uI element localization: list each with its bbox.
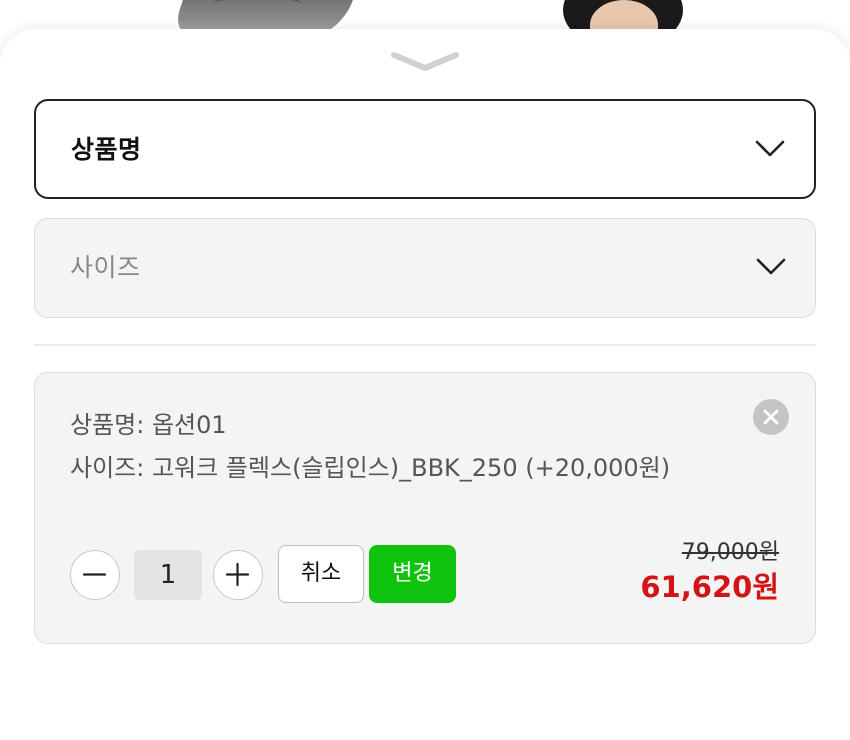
minus-icon [82,573,107,576]
cancel-button[interactable]: 취소 [278,545,364,603]
selected-option-card: 상품명: 옵션01 사이즈: 고워크 플렉스(슬립인스)_BBK_250 (+2… [34,372,816,644]
change-button[interactable]: 변경 [369,545,456,603]
product-name-select-label: 상품명 [71,135,142,164]
quantity-decrease-button[interactable] [70,550,120,600]
product-name-select[interactable]: 상품명 [34,99,816,199]
remove-option-button[interactable] [753,399,789,435]
plus-icon [225,562,250,587]
original-price: 79,000원 [681,540,779,565]
selected-size-text: 사이즈: 고워크 플렉스(슬립인스)_BBK_250 (+20,000원) [70,454,671,482]
close-circle-icon [763,409,779,425]
chevron-down-icon [756,258,786,275]
size-select-label: 사이즈 [70,253,141,282]
sheet-collapse-chevron-icon[interactable] [391,51,459,73]
sale-price: 61,620원 [640,570,779,604]
chevron-down-icon [755,140,785,157]
quantity-increase-button[interactable] [213,550,263,600]
option-bottom-sheet: 상품명 사이즈 상품명: 옵션01 사이즈: 고워크 플렉스(슬립인스)_BBK… [0,29,850,740]
size-select[interactable]: 사이즈 [34,218,816,318]
divider [34,344,816,346]
quantity-input[interactable]: 1 [134,550,202,600]
selected-product-text: 상품명: 옵션01 [70,411,227,439]
